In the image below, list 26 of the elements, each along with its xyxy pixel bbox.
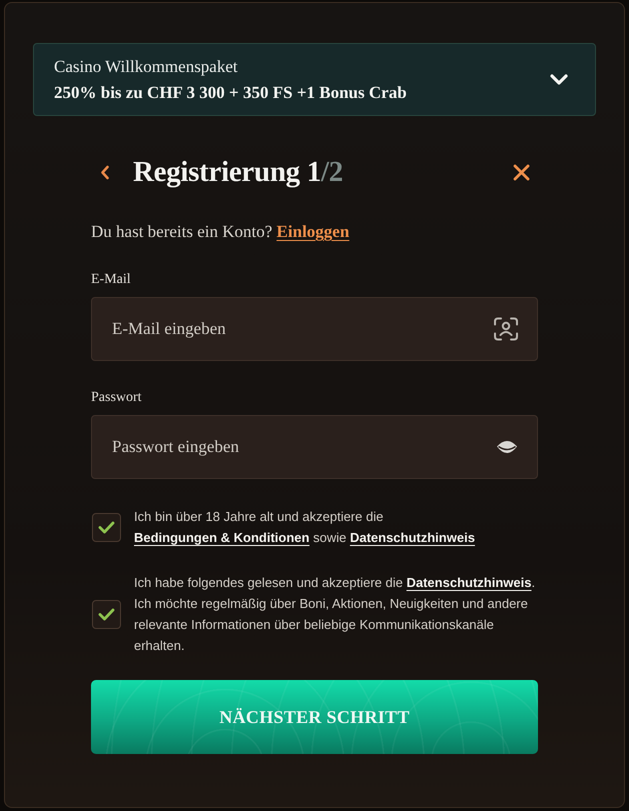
email-field[interactable]: E-Mail eingeben <box>91 297 538 361</box>
terms-link[interactable]: Bedingungen & Konditionen <box>134 530 310 545</box>
consent-text: Ich bin über 18 Jahre alt und akzeptiere die Bedingungen & Konditionen sowie Datenschutzhinweis <box>134 508 476 547</box>
password-field[interactable]: Passwort eingeben <box>91 415 538 479</box>
form-title: Registrierung 1/2 <box>133 155 343 189</box>
check-icon <box>98 608 115 620</box>
chevron-left-icon <box>100 164 110 180</box>
user-scan-icon <box>494 318 518 340</box>
expand-button[interactable] <box>549 73 569 86</box>
field-label: Passwort <box>91 390 143 406</box>
login-link[interactable]: Einloggen <box>276 222 350 241</box>
checkbox[interactable] <box>92 600 121 628</box>
bonus-offer: 250% bis zu CHF 3 300 + 350 FS +1 Bonus Crab <box>54 82 407 102</box>
close-icon <box>513 164 530 180</box>
checkbox[interactable] <box>92 512 121 542</box>
field-label: E-Mail <box>91 272 132 288</box>
consent-text: Ich habe folgendes gelesen und akzeptiere die Datenschutzhinweis. Ich möchte regelmäßig über Boni, Aktionen, Neuigkeiten und andere relevante Informationen über beliebige Kommunikationskanäle erhalten. <box>134 574 536 655</box>
chevron-down-icon <box>549 73 569 86</box>
bonus-title: Casino Willkommenspaket <box>54 56 239 76</box>
check-icon <box>98 520 115 534</box>
eye-icon <box>496 438 518 456</box>
terms-link[interactable]: Datenschutzhinweis <box>350 530 475 545</box>
terms-link[interactable]: Datenschutzhinweis <box>406 575 532 590</box>
close-button[interactable] <box>513 164 530 180</box>
login-prompt: Du hast bereits ein Konto? Einloggen <box>91 222 350 242</box>
bonus-banner[interactable]: Casino Willkommenspaket 250% bis zu CHF 3 300 + 350 FS +1 Bonus Crab <box>33 43 596 116</box>
